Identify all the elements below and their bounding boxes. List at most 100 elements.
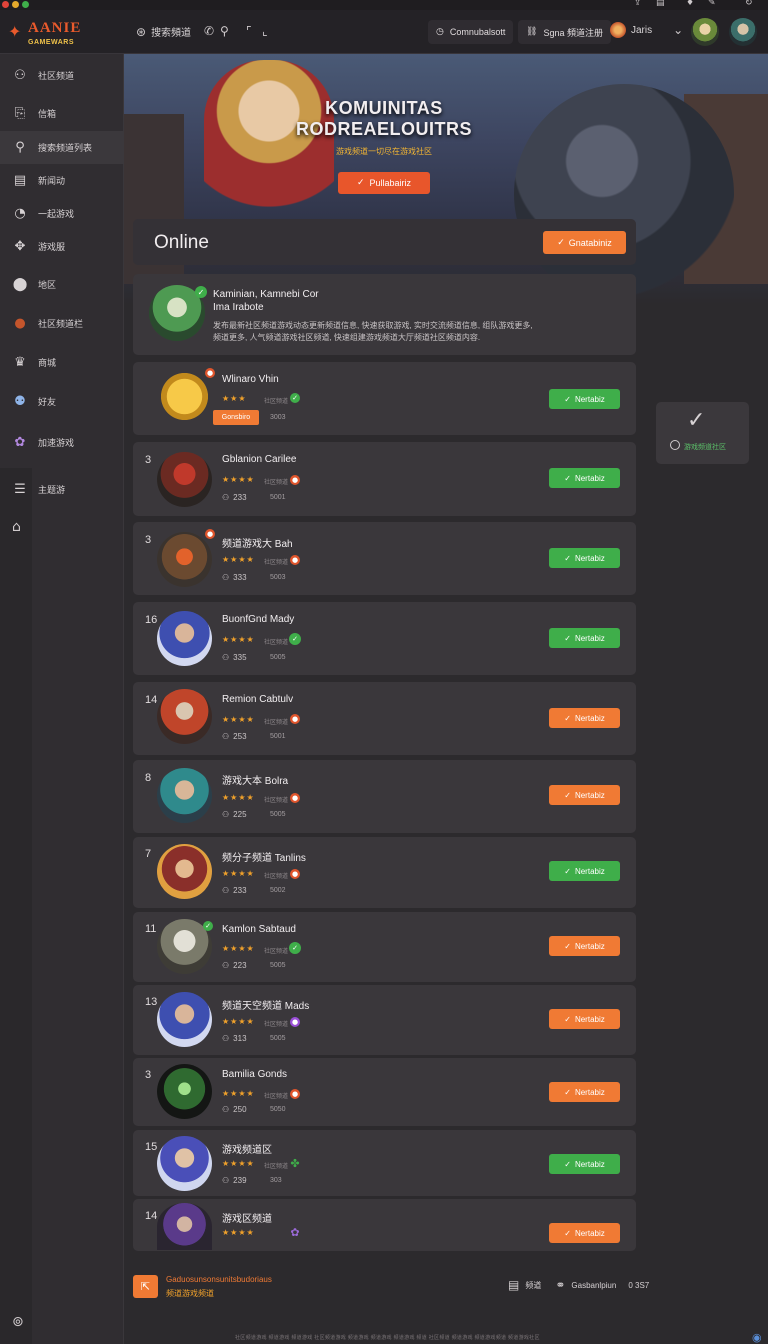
user-menu[interactable]: Jaris ⌄ — [610, 22, 683, 38]
row-action-button[interactable]: ✓ Nertabiz — [549, 936, 620, 956]
settings-icon[interactable]: ⊚ — [12, 1314, 24, 1330]
row-action-button[interactable]: ✓ Nertabiz — [549, 389, 620, 409]
footer-line1[interactable]: Gaduosunsonsunitsbudoriaus — [166, 1275, 272, 1284]
phone-icon[interactable]: ✆ — [204, 24, 214, 38]
close-window-dot[interactable] — [2, 1, 9, 8]
sidebar-item-friends[interactable]: ⚉ 好友 — [0, 385, 124, 418]
row-name: 游戏区频道 — [222, 1214, 272, 1225]
edit-icon[interactable]: ✎ — [708, 0, 716, 8]
avatar-icon: ● — [14, 316, 26, 331]
row-action-button[interactable]: ✓ Nertabiz — [549, 861, 620, 881]
footer-right-link[interactable]: Gasbanlpiun — [571, 1281, 616, 1290]
row-action-button[interactable]: ✓ Nertabiz — [549, 628, 620, 648]
list-item[interactable]: ● Wlinaro Vhin ★★★ 社区频道 ✓ Gonsbiro 3003 … — [133, 362, 636, 435]
live-icon: ● — [290, 793, 300, 803]
sidebar-item-boost[interactable]: ✿ 加速游戏 — [0, 426, 124, 459]
row-level: 社区频道 — [264, 720, 289, 726]
row-action-button[interactable]: ✓ Nertabiz — [549, 708, 620, 728]
hero-cta-button[interactable]: ✓ Pullabairiz — [338, 172, 430, 194]
help-icon[interactable]: ◉ — [752, 1331, 762, 1344]
sidebar-item-channel-bar[interactable]: ● 社区频道栏 — [0, 307, 124, 340]
row-action-label: Nertabiz — [574, 473, 605, 483]
sidebar-item-news[interactable]: ▤ 新闻动 — [0, 164, 124, 197]
list-item[interactable]: 14 Remion Cabtulv ★★★★ 社区频道 ● ⚇ 253 5001 … — [133, 682, 636, 755]
maximize-window-dot[interactable] — [22, 1, 29, 8]
users-icon: ⚇ — [222, 573, 230, 582]
featured-desc-line2: 频道更多, 人气频道游戏社区频道, 快速组建游戏频道大厅频道社区频道内容. — [213, 333, 481, 342]
check-icon: ✓ — [564, 866, 571, 876]
list-item[interactable]: 14 游戏区频道 ★★★★ ✿ ✓ Nertabiz — [133, 1199, 636, 1251]
row-count: ⚇ 233 — [222, 886, 247, 895]
users-icon: ⚇ — [222, 732, 230, 741]
online-action-button[interactable]: ✓ Gnatabiniz — [543, 231, 626, 254]
list-item[interactable]: 3 ● 频道游戏大 Bah ★★★★ 社区频道 ● ⚇ 333 5003 ✓ Ner… — [133, 522, 636, 595]
document-icon[interactable]: ▤ — [508, 1278, 519, 1292]
friend-avatar-1[interactable] — [691, 18, 719, 46]
row-avatar — [157, 1136, 212, 1191]
live-icon: ● — [205, 529, 215, 539]
friend-avatar-2[interactable] — [729, 18, 757, 46]
sidebar-item-store[interactable]: ♛ 商城 — [0, 346, 124, 379]
row-rank: 3 — [145, 454, 152, 466]
refresh-icon[interactable]: ↻ — [745, 0, 753, 8]
magnifier-icon[interactable]: ⚲ — [220, 24, 229, 38]
list-item[interactable]: 11 ✓ Kamlon Sabtaud ★★★★ 社区频道 ✓ ⚇ 223 500… — [133, 912, 636, 982]
row-action-button[interactable]: ✓ Nertabiz — [549, 785, 620, 805]
collapse-icon[interactable]: ⌂ — [12, 519, 21, 535]
row-rank: 7 — [145, 848, 152, 860]
users-icon: ⚇ — [222, 653, 230, 662]
list-item[interactable]: 7 频分子频道 Tanlins ★★★★ 社区频道 ● ⚇ 233 5002 ✓ N… — [133, 837, 636, 908]
row-count-value: 250 — [233, 1105, 247, 1114]
online-status-icon: ✓ — [289, 942, 301, 954]
row-action-label: Nertabiz — [574, 553, 605, 563]
document-icon[interactable]: ▤ — [656, 0, 665, 8]
hero-banner: KOMUINITAS RODREAELOUITRS 游戏频道一切尽在游戏社区 ✓… — [124, 54, 768, 304]
sidebar-item-label: 好友 — [38, 397, 57, 407]
row-action-button[interactable]: ✓ Nertabiz — [549, 1082, 620, 1102]
list-item[interactable]: 13 频道天空频道 Mads ★★★★ 社区频道 ● ⚇ 313 5005 ✓ Ne… — [133, 985, 636, 1055]
app-logo[interactable]: ✦ AANIE GAMEWARS — [8, 20, 120, 50]
row-action-button[interactable]: ✓ Nertabiz — [549, 1009, 620, 1029]
corner-left-icon[interactable]: ⌜ — [246, 24, 252, 38]
floating-status-card[interactable]: ✓ 游戏频道社区 — [656, 402, 749, 464]
community-button[interactable]: ◷ Comnubalsott — [428, 20, 514, 44]
list-item[interactable]: 15 游戏频道区 ★★★★ 社区频道 ✤ ⚇ 239 303 ✓ Nertabiz — [133, 1130, 636, 1196]
share-icon[interactable]: ⇪ — [634, 0, 642, 8]
row-score: 5005 — [270, 654, 286, 661]
minimize-window-dot[interactable] — [12, 1, 19, 8]
signin-button[interactable]: ⛓ Sgna 頻道注册 — [518, 20, 611, 44]
sidebar-item-region[interactable]: ⬤ 地区 — [0, 268, 124, 301]
sidebar-item-community[interactable]: ⚇ 社区频道 — [0, 59, 124, 92]
row-action-button[interactable]: ✓ Nertabiz — [549, 548, 620, 568]
users-icon: ⚇ — [222, 493, 230, 502]
footer-info: ⇱ Gaduosunsonsunitsbudoriaus 频道游戏频道 — [133, 1275, 272, 1299]
row-rank: 11 — [145, 923, 157, 935]
row-action-button[interactable]: ✓ Nertabiz — [549, 1223, 620, 1243]
list-item[interactable]: 3 Bamilia Gonds ★★★★ 社区频道 ● ⚇ 250 5050 ✓ N… — [133, 1058, 636, 1126]
row-rank: 8 — [145, 772, 152, 784]
sidebar-item-play-together[interactable]: ◔ 一起游戏 — [0, 197, 124, 230]
sidebar-item-label: 社区频道 — [38, 71, 75, 81]
featured-subname: Ima Irabote — [213, 302, 264, 313]
sidebar-item-mailbox[interactable]: ⎘ 信箱 — [0, 97, 124, 130]
row-rank: 3 — [145, 1069, 152, 1081]
row-count-value: 335 — [233, 653, 247, 662]
channel-icon[interactable]: ⇱ — [133, 1275, 158, 1298]
search-channel[interactable]: ⊛ 搜索頻道 — [136, 24, 191, 40]
sidebar-item-game-server[interactable]: ✥ 游戏服 — [0, 230, 124, 263]
corner-right-icon[interactable]: ⌞ — [262, 24, 268, 38]
row-action-button[interactable]: ✓ Nertabiz — [549, 468, 620, 488]
hero-cta-label: Pullabairiz — [369, 178, 412, 188]
row-count: ⚇ 335 — [222, 653, 247, 662]
featured-card[interactable]: ✓ Kaminian, Kamnebi Cor Ima Irabote 发布最新… — [133, 274, 636, 355]
sidebar-item-search[interactable]: ⚲ 搜索频道列表 — [0, 131, 124, 164]
row-tag[interactable]: Gonsbiro — [213, 410, 259, 425]
radio-icon[interactable] — [670, 440, 680, 450]
list-item[interactable]: 16 BuonfGnd Mady ★★★★ 社区频道 ✓ ⚇ 335 5005 ✓… — [133, 602, 636, 675]
list-item[interactable]: 8 游戏大本 Bolra ★★★★ 社区频道 ● ⚇ 225 5005 ✓ Nert… — [133, 760, 636, 833]
row-count-value: 223 — [233, 961, 247, 970]
gift-icon[interactable]: ♦ — [686, 0, 694, 8]
row-action-button[interactable]: ✓ Nertabiz — [549, 1154, 620, 1174]
sidebar-item-theme[interactable]: ☰ 主题游 — [0, 473, 124, 506]
list-item[interactable]: 3 Gblanion Carilee ★★★★ 社区频道 ● ⚇ 233 5001… — [133, 442, 636, 516]
